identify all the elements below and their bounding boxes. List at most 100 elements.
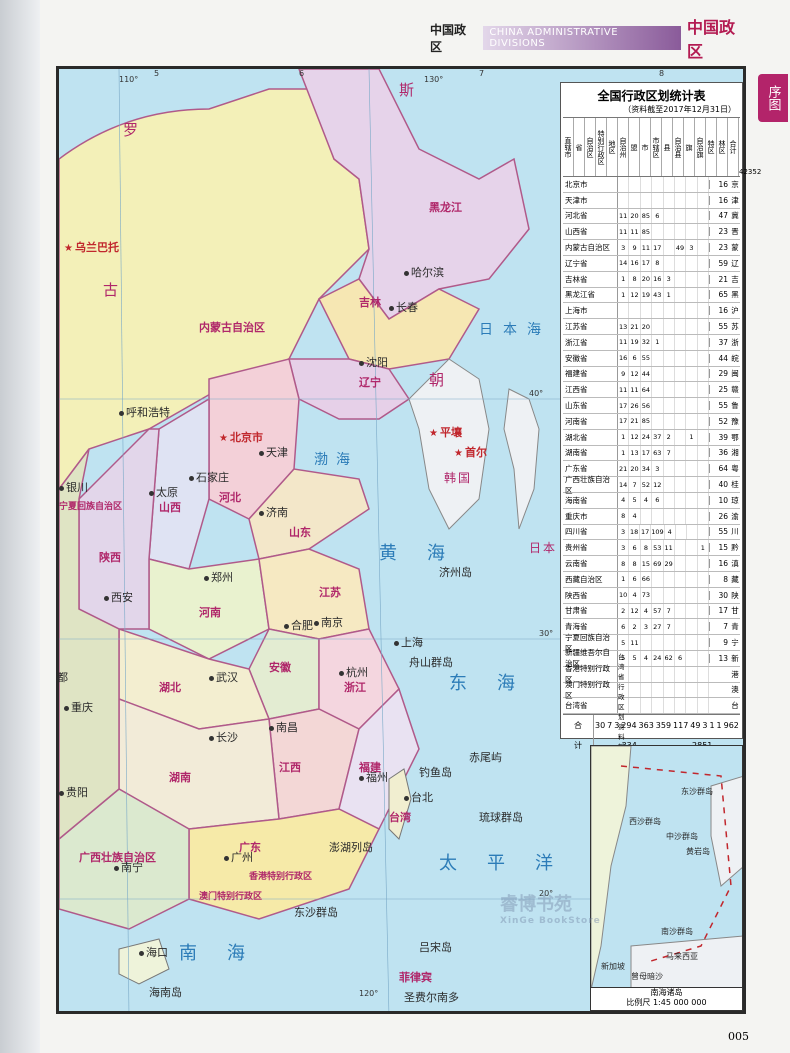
- row-abbr: 沪: [731, 306, 739, 316]
- city-hefei[interactable]: 合肥: [284, 617, 313, 633]
- row-abbr: 苏: [731, 322, 739, 332]
- inset-land-east: [710, 776, 742, 887]
- row-cell: [698, 303, 709, 319]
- table-row: 湖南省 1 13 17 63 7 36 湘: [563, 445, 740, 462]
- sea-east: 东海: [449, 673, 545, 694]
- section-header: 中国政区 CHINA ADMINISTRATIVE DIVISIONS 中国政区: [430, 18, 750, 61]
- city-ulaanbaatar[interactable]: ★ 乌兰巴托: [64, 239, 119, 255]
- city-chengdu[interactable]: 成都: [56, 669, 68, 685]
- row-name: 辽宁省: [563, 255, 618, 271]
- table-row: 台湾省台湾省行政区划资料暂缺 台: [563, 653, 740, 761]
- region-label-shanxi: 山西: [159, 501, 181, 514]
- row-cell: 20: [641, 319, 653, 334]
- table-title: 全国行政区划统计表: [597, 89, 706, 103]
- city-chengdu-label: 成都: [56, 671, 68, 684]
- island-luzon: 吕宋岛: [419, 941, 452, 954]
- city-changchun[interactable]: 长春: [389, 299, 418, 315]
- header-col: 省: [574, 118, 585, 176]
- row-total: 55: [709, 401, 730, 411]
- row-cells: 13 21 20: [618, 319, 709, 334]
- city-guangzhou[interactable]: 广州: [224, 849, 253, 865]
- city-nanjing[interactable]: 南京: [314, 614, 343, 630]
- table-row: 天津市 16 津: [563, 192, 740, 209]
- city-shanghai[interactable]: 上海: [394, 634, 423, 650]
- city-harbin[interactable]: 哈尔滨: [404, 264, 444, 280]
- sum-cell: 1: [709, 720, 715, 730]
- row-abbr: 闽: [731, 369, 739, 379]
- city-guiyang[interactable]: 贵阳: [59, 784, 88, 800]
- row-cell: 62: [664, 650, 675, 666]
- island-jeju: 济州岛: [439, 566, 472, 579]
- city-shenyang[interactable]: 沈阳: [359, 354, 388, 370]
- city-yinchuan[interactable]: 银川: [59, 479, 88, 495]
- row-cell: [675, 556, 687, 571]
- row-cell: [698, 508, 709, 524]
- city-hangzhou[interactable]: 杭州: [339, 664, 368, 680]
- row-cell: [698, 492, 709, 508]
- row-cell: [698, 635, 709, 650]
- capital-star-icon: ★: [454, 448, 463, 459]
- row-cell: [675, 682, 687, 698]
- header-col: 直辖市: [563, 118, 574, 176]
- city-taipei[interactable]: 台北: [404, 789, 433, 805]
- sum-cell: 1: [716, 720, 722, 730]
- city-haikou[interactable]: 海口: [139, 944, 168, 960]
- city-nanning[interactable]: 南宁: [114, 859, 143, 875]
- city-jinan[interactable]: 济南: [259, 504, 288, 520]
- city-pyongyang[interactable]: ★ 平壤: [429, 424, 462, 440]
- region-label-hubei: 湖北: [159, 681, 181, 694]
- city-shijiazhuang[interactable]: 石家庄: [189, 469, 229, 485]
- row-cell: 7: [664, 445, 675, 461]
- row-cell: [675, 619, 687, 635]
- city-taiyuan[interactable]: 太原: [149, 484, 178, 500]
- city-tianjin[interactable]: 天津: [259, 444, 288, 460]
- inset-label-dongsha: 东沙群岛: [681, 787, 713, 796]
- city-dot-icon: [284, 623, 289, 629]
- city-changsha[interactable]: 长沙: [209, 729, 238, 745]
- region-label-macau: 澳门特别行政区: [199, 892, 263, 902]
- table-row: 辽宁省 14 16 17 8 59 辽: [563, 255, 740, 272]
- row-cell: 6: [629, 540, 641, 556]
- row-total: 16: [709, 179, 730, 189]
- city-dot-icon: [204, 575, 209, 581]
- city-fuzhou[interactable]: 福州: [359, 769, 388, 785]
- city-xian[interactable]: 西安: [104, 589, 133, 605]
- island-dongsha: 东沙群岛: [294, 906, 338, 919]
- row-name: 湖北省: [563, 429, 618, 445]
- city-beijing[interactable]: ★ 北京市: [219, 429, 263, 445]
- row-cell: 2: [664, 429, 675, 445]
- city-seoul[interactable]: ★ 首尔: [454, 444, 487, 460]
- row-cell: 4: [618, 492, 630, 508]
- row-cell: 5: [629, 492, 641, 508]
- table-row: 重庆市 8 4 26 渝: [563, 508, 740, 525]
- row-total: 29: [709, 369, 730, 379]
- city-hohhot[interactable]: 呼和浩特: [119, 404, 170, 420]
- country-label-mongolia-a: 罗: [123, 121, 159, 139]
- region-label-hongkong: 香港特别行政区: [249, 872, 313, 882]
- city-nanchang[interactable]: 南昌: [269, 719, 298, 735]
- table-row: 海南省 4 5 4 6 10 琼: [563, 492, 740, 509]
- row-name: 江苏省: [563, 319, 618, 334]
- city-zhengzhou[interactable]: 郑州: [204, 569, 233, 585]
- row-cell: [686, 192, 698, 208]
- city-dot-icon: [314, 620, 319, 626]
- row-cell: 85: [641, 224, 653, 240]
- row-cells: 14 7 52 12: [618, 477, 709, 492]
- row-abbr: 吉: [731, 274, 739, 284]
- row-name: 海南省: [563, 492, 618, 508]
- row-name: 黑龙江省: [563, 287, 618, 303]
- row-cell: [675, 540, 687, 556]
- row-cell: [664, 413, 675, 429]
- city-wuhan[interactable]: 武汉: [209, 669, 238, 685]
- side-tab[interactable]: 序图: [758, 74, 788, 122]
- table-row: 云南省 8 8 15 69 29 16 滇: [563, 556, 740, 572]
- row-cell: [629, 682, 641, 698]
- row-cell: [652, 413, 664, 429]
- row-cell: [686, 224, 698, 240]
- row-total: 13: [709, 653, 730, 663]
- header-counts: 4 23 5 2: [739, 118, 761, 176]
- inset-label-xisha: 西沙群岛: [629, 817, 661, 826]
- row-cell: 8: [641, 540, 653, 556]
- city-chongqing[interactable]: 重庆: [64, 699, 93, 715]
- row-name: 安徽省: [563, 350, 618, 366]
